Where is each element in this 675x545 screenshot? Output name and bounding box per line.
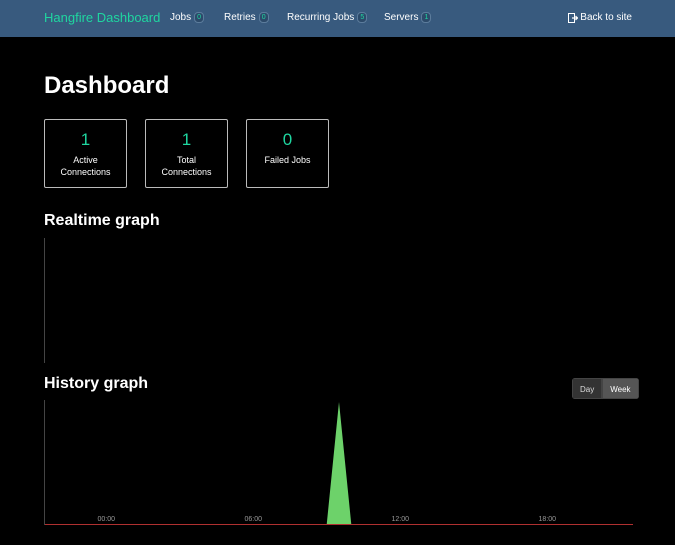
jobs-count-badge: 0 <box>194 12 205 23</box>
x-tick-label: 00:00 <box>97 516 115 523</box>
metric-label: Active Connections <box>60 155 111 177</box>
nav-item-servers[interactable]: Servers 1 <box>384 12 432 23</box>
metric-failed-jobs[interactable]: 0 Failed Jobs <box>246 119 329 188</box>
metric-label: Total Connections <box>161 155 212 177</box>
servers-count-badge: 1 <box>421 12 432 23</box>
back-to-site-label: Back to site <box>580 12 632 23</box>
x-tick-label: 06:00 <box>244 516 262 523</box>
metric-value: 1 <box>80 130 91 149</box>
x-tick-label: 18:00 <box>538 516 556 523</box>
metric-value: 0 <box>282 130 293 149</box>
x-tick-labels: 00:00 06:00 12:00 18:00 <box>97 516 556 523</box>
history-graph-title: History graph <box>44 375 149 392</box>
x-tick-label: 12:00 <box>391 516 409 523</box>
sign-out-icon <box>568 12 579 23</box>
nav-item-label: Retries <box>224 12 256 23</box>
metric-total-connections[interactable]: 1 Total Connections <box>145 119 228 188</box>
nav-item-label: Servers <box>384 12 419 23</box>
history-graph: 00:00 06:00 12:00 18:00 <box>44 400 633 525</box>
week-toggle-button[interactable]: Week <box>602 378 639 399</box>
realtime-graph-title: Realtime graph <box>44 212 160 229</box>
brand-link[interactable]: Hangfire Dashboard <box>44 10 160 25</box>
metric-active-connections[interactable]: 1 Active Connections <box>44 119 127 188</box>
history-period-toggle: Day Week <box>572 378 639 399</box>
back-to-site-link[interactable]: Back to site <box>568 12 632 23</box>
day-toggle-button[interactable]: Day <box>572 378 603 399</box>
metric-value: 1 <box>181 130 192 149</box>
page-title: Dashboard <box>44 72 170 99</box>
metric-label: Failed Jobs <box>264 155 311 165</box>
history-area-series <box>45 402 633 524</box>
realtime-graph <box>44 238 632 363</box>
retries-count-badge: 0 <box>258 12 269 23</box>
nav-item-label: Recurring Jobs <box>287 12 355 23</box>
nav-item-retries[interactable]: Retries 0 <box>224 12 269 23</box>
nav-item-jobs[interactable]: Jobs 0 <box>170 12 205 23</box>
nav-item-recurring-jobs[interactable]: Recurring Jobs 5 <box>287 12 368 23</box>
top-navbar: Hangfire Dashboard Jobs 0 Retries 0 Recu… <box>0 0 675 37</box>
nav-item-label: Jobs <box>170 12 192 23</box>
recurring-jobs-count-badge: 5 <box>357 12 368 23</box>
